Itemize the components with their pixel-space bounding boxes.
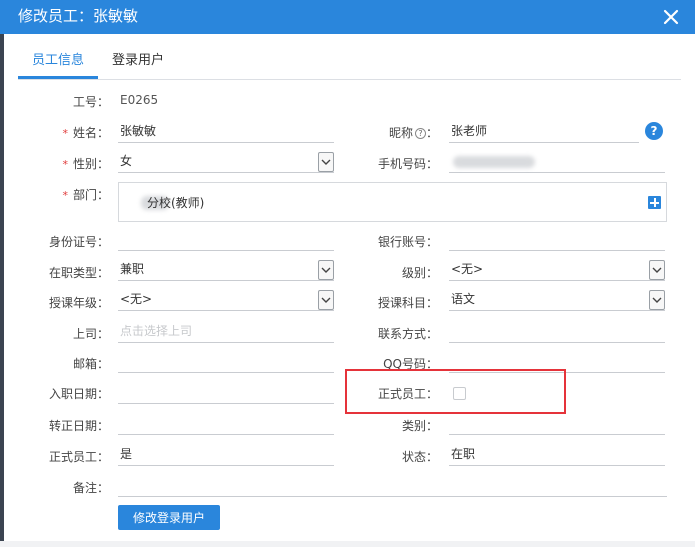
hire-date-input[interactable]	[118, 382, 334, 404]
supervisor-placeholder: 点击选择上司	[120, 324, 193, 338]
id-card-label: 身份证号：	[48, 235, 109, 249]
name-label: * 姓名：	[62, 126, 109, 140]
dialog-titlebar: 修改员工：张敏敏	[0, 0, 695, 34]
department-label: * 部门：	[62, 188, 109, 202]
job-type-label: 在职类型：	[48, 266, 109, 280]
teach-grade-label: 授课年级：	[48, 296, 109, 310]
status-label: 状态：	[401, 450, 438, 464]
email-label: 邮箱：	[72, 357, 109, 371]
department-box[interactable]: 分校(教师)	[118, 182, 667, 222]
window-edge	[0, 34, 4, 547]
supervisor-label: 上司：	[72, 327, 109, 341]
bank-account-input[interactable]	[449, 229, 665, 251]
level-value: <无>	[451, 262, 484, 276]
formal-employee-checkbox[interactable]	[453, 387, 466, 400]
teach-subject-value: 语文	[451, 292, 476, 306]
edit-employee-dialog: 修改员工：张敏敏 员工信息 登录用户 工号： E0265 * 姓名： 张敏敏 昵称…	[0, 0, 695, 547]
required-mark: *	[62, 189, 68, 202]
teach-subject-select[interactable]: 语文	[449, 289, 665, 311]
job-type-select[interactable]: 兼职	[118, 259, 334, 281]
employee-no-value: E0265	[120, 93, 159, 107]
hire-date-label: 入职日期：	[48, 387, 109, 401]
formal-employee-label: 正式员工：	[48, 450, 109, 464]
email-input[interactable]	[118, 351, 334, 373]
remark-input[interactable]	[118, 475, 667, 497]
edit-login-user-button[interactable]: 修改登录用户	[118, 505, 220, 530]
gender-value: 女	[120, 154, 133, 168]
category-label: 类别：	[401, 419, 438, 433]
required-mark: *	[62, 127, 68, 140]
help-icon[interactable]: ?	[645, 122, 663, 140]
formal-employee-checkbox-label: 正式员工：	[377, 387, 438, 401]
contact-input[interactable]	[449, 321, 665, 343]
level-label: 级别：	[401, 266, 438, 280]
employee-no-label: 工号：	[72, 95, 109, 109]
teach-grade-select[interactable]: <无>	[118, 289, 334, 311]
dialog-footer-edge	[0, 541, 695, 547]
nickname-label: 昵称?：	[388, 126, 438, 140]
chevron-down-icon[interactable]	[318, 290, 334, 310]
gender-select[interactable]: 女	[118, 151, 334, 173]
qq-label: QQ号码：	[383, 357, 438, 371]
confirm-date-input[interactable]	[118, 413, 334, 435]
bank-account-label: 银行账号：	[377, 235, 438, 249]
redacted-blur	[453, 156, 535, 168]
teach-subject-label: 授课科目：	[377, 296, 438, 310]
category-input[interactable]	[449, 413, 665, 435]
qq-input[interactable]	[449, 351, 665, 373]
tab-bar: 员工信息 登录用户	[18, 42, 681, 80]
level-select[interactable]: <无>	[449, 259, 665, 281]
confirm-date-label: 转正日期：	[48, 419, 109, 433]
teach-grade-value: <无>	[120, 292, 153, 306]
question-circle-icon: ?	[414, 128, 426, 139]
phone-label: 手机号码：	[377, 157, 438, 171]
chevron-down-icon[interactable]	[649, 260, 665, 280]
tab-employee-info[interactable]: 员工信息	[32, 53, 84, 69]
chevron-down-icon[interactable]	[318, 152, 334, 172]
dialog-title: 修改员工：张敏敏	[18, 7, 139, 25]
id-card-input[interactable]	[118, 229, 334, 251]
status-value[interactable]: 在职	[449, 444, 665, 466]
remark-label: 备注：	[72, 481, 109, 495]
active-tab-indicator	[18, 76, 98, 79]
supervisor-input[interactable]: 点击选择上司	[118, 321, 334, 343]
name-input[interactable]: 张敏敏	[118, 121, 334, 143]
nickname-input[interactable]: 张老师	[449, 121, 639, 143]
chevron-down-icon[interactable]	[649, 290, 665, 310]
formal-employee-value[interactable]: 是	[118, 444, 334, 466]
tab-login-user[interactable]: 登录用户	[112, 53, 164, 69]
contact-label: 联系方式：	[377, 327, 438, 341]
required-mark: *	[62, 158, 68, 171]
department-value: 分校(教师)	[147, 196, 205, 210]
phone-input[interactable]	[449, 151, 665, 173]
gender-label: * 性别：	[62, 157, 109, 171]
chevron-down-icon[interactable]	[318, 260, 334, 280]
close-icon[interactable]	[661, 7, 681, 27]
job-type-value: 兼职	[120, 262, 145, 276]
add-department-icon[interactable]	[648, 196, 661, 209]
